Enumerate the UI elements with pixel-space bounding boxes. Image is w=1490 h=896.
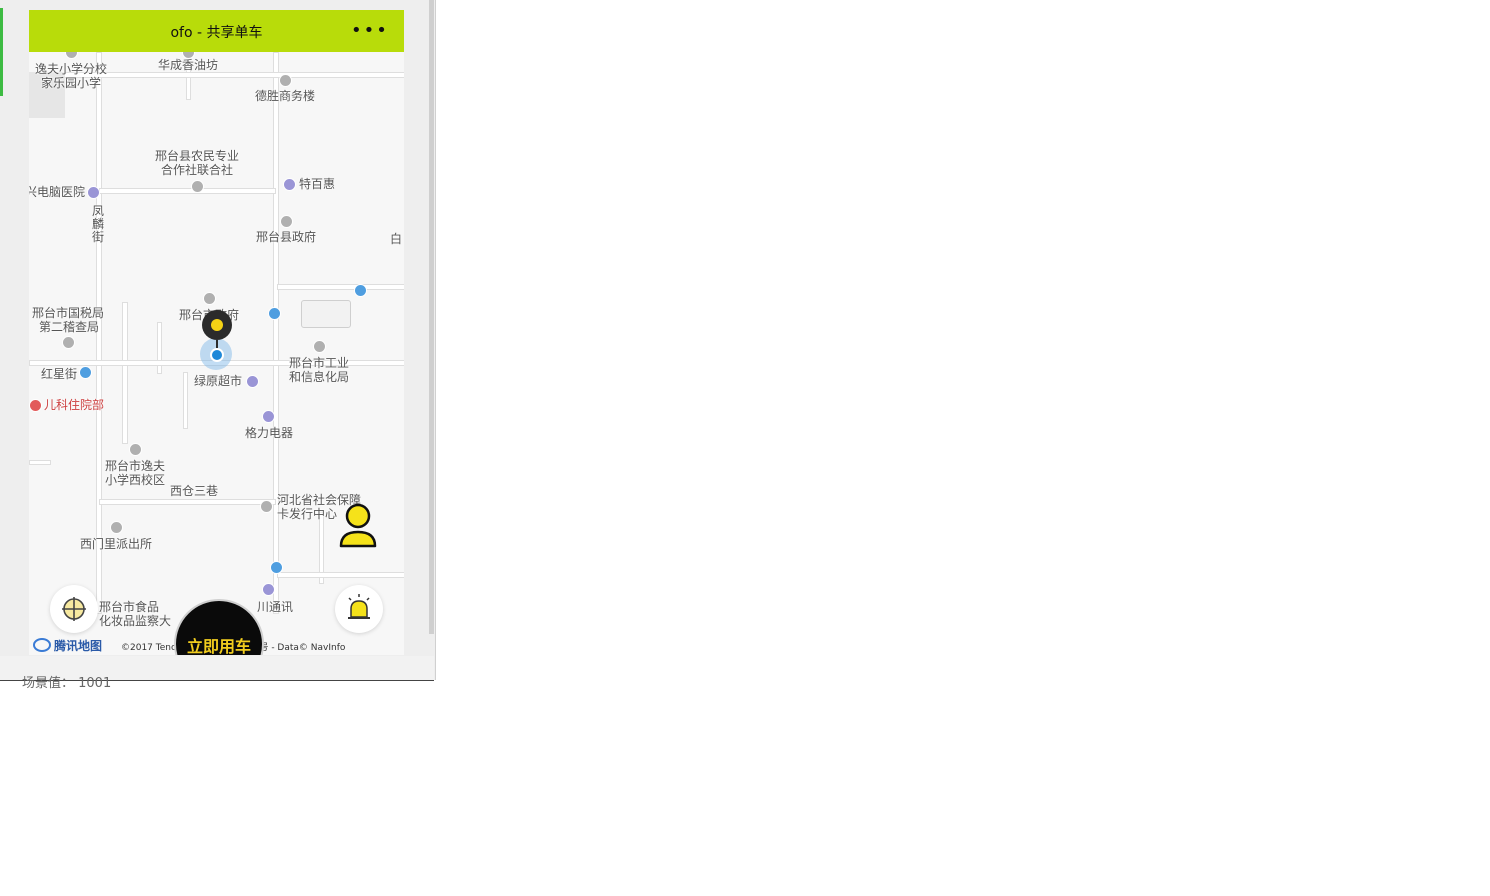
map-label: 儿科住院部 [44,398,105,412]
bus-stop-icon [268,307,281,320]
map-road [122,302,128,444]
center-pin-icon [202,310,232,340]
poi-icon [279,74,292,87]
map-label: 合作社联合社 [161,163,234,177]
map-label: 逸夫小学分校 [35,62,108,76]
map-label: 卡发行中心 [277,507,338,521]
shop-icon [87,186,100,199]
alert-button[interactable] [335,585,383,633]
phone-screen: ofo - 共享单车 ••• 逸夫小学分校 家乐园小学 华成香油坊 德胜商务楼 … [29,10,404,655]
map-road [183,372,188,429]
map-road [277,572,404,578]
map-label: 和信息化局 [289,370,350,384]
poi-icon [62,336,75,349]
map-label: 街 [92,230,105,244]
map-label: 西门里派出所 [80,537,153,551]
map-road [99,188,276,194]
poi-icon [260,500,273,513]
shop-icon [283,178,296,191]
map-view[interactable]: 逸夫小学分校 家乐园小学 华成香油坊 德胜商务楼 邢台县农民专业 合作社联合社 … [29,46,404,655]
user-profile-icon[interactable] [337,502,379,550]
map-label: 邢台县政府 [256,230,317,244]
building-outline [301,300,351,328]
map-road [157,322,162,374]
bus-stop-icon [79,366,92,379]
shop-icon [262,410,275,423]
map-label: 绿原超市 [194,374,243,388]
scrollbar[interactable] [429,0,434,634]
poi-icon [110,521,123,534]
map-label: 邢台市逸夫 [105,459,166,473]
nav-title: ofo - 共享单车 [170,25,263,41]
poi-icon [203,292,216,305]
map-label: 凤 [92,204,105,218]
poi-icon [129,443,142,456]
map-label: 化妆品监察大 [99,614,172,628]
map-label: 第二稽查局 [39,320,100,334]
map-label: 西仓三巷 [170,484,219,498]
poi-icon [191,180,204,193]
bus-stop-icon [354,284,367,297]
map-road [99,499,276,505]
tencent-map-text: 腾讯地图 [54,639,103,653]
map-label: 红星街 [41,367,78,381]
map-label: 格力电器 [245,426,294,440]
navigation-bar: ofo - 共享单车 ••• [29,10,404,52]
shop-icon [262,583,275,596]
map-label: 麟 [92,217,105,231]
current-location-dot [210,348,224,362]
poi-icon [280,215,293,228]
crosshair-icon [62,597,86,621]
ride-now-button[interactable]: 立即用车 [174,599,264,655]
alarm-light-icon [348,594,370,619]
map-label: 兴电脑医院 [29,185,86,199]
relocate-button[interactable] [50,585,98,633]
tencent-map-logo: 腾讯地图 [33,637,102,654]
more-menu-button[interactable]: ••• [351,19,389,43]
map-label: 邢台县农民专业 [155,149,240,163]
bus-stop-icon [270,561,283,574]
tencent-map-icon [33,638,51,652]
map-label: 邢台市食品 [99,600,160,614]
map-label: 华成香油坊 [158,58,219,72]
poi-icon [313,340,326,353]
map-label: 德胜商务楼 [255,89,316,103]
map-label: 邢台市国税局 [32,306,105,320]
map-road [273,52,279,614]
ride-now-label: 立即用车 [186,637,251,655]
map-label: 特百惠 [299,177,336,191]
map-label: 白 [390,232,403,246]
map-label: 川通讯 [257,600,294,614]
map-label: 邢台市工业 [289,356,350,370]
scene-value-text: 场景值： 1001 [22,676,112,691]
map-label: 小学西校区 [105,473,166,487]
supermarket-icon [246,375,259,388]
map-road [29,460,51,465]
map-label: 家乐园小学 [41,76,102,90]
map-road [277,284,404,290]
hospital-icon [29,399,42,412]
active-indicator [0,8,3,96]
